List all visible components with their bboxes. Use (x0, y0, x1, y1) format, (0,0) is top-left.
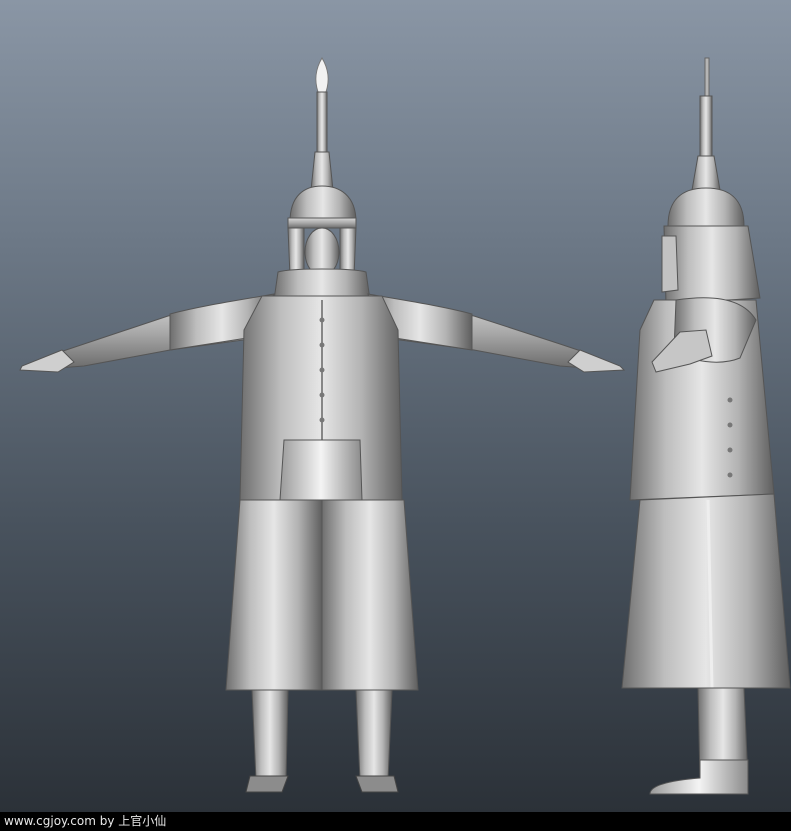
watermark-bar: www.cgjoy.com by 上官小仙 (0, 812, 791, 831)
side-view-model (621, 57, 791, 795)
model-render (19, 57, 791, 795)
watermark-text: www.cgjoy.com by 上官小仙 (4, 814, 167, 828)
front-view-model (19, 57, 626, 793)
3d-viewport[interactable] (0, 0, 791, 812)
